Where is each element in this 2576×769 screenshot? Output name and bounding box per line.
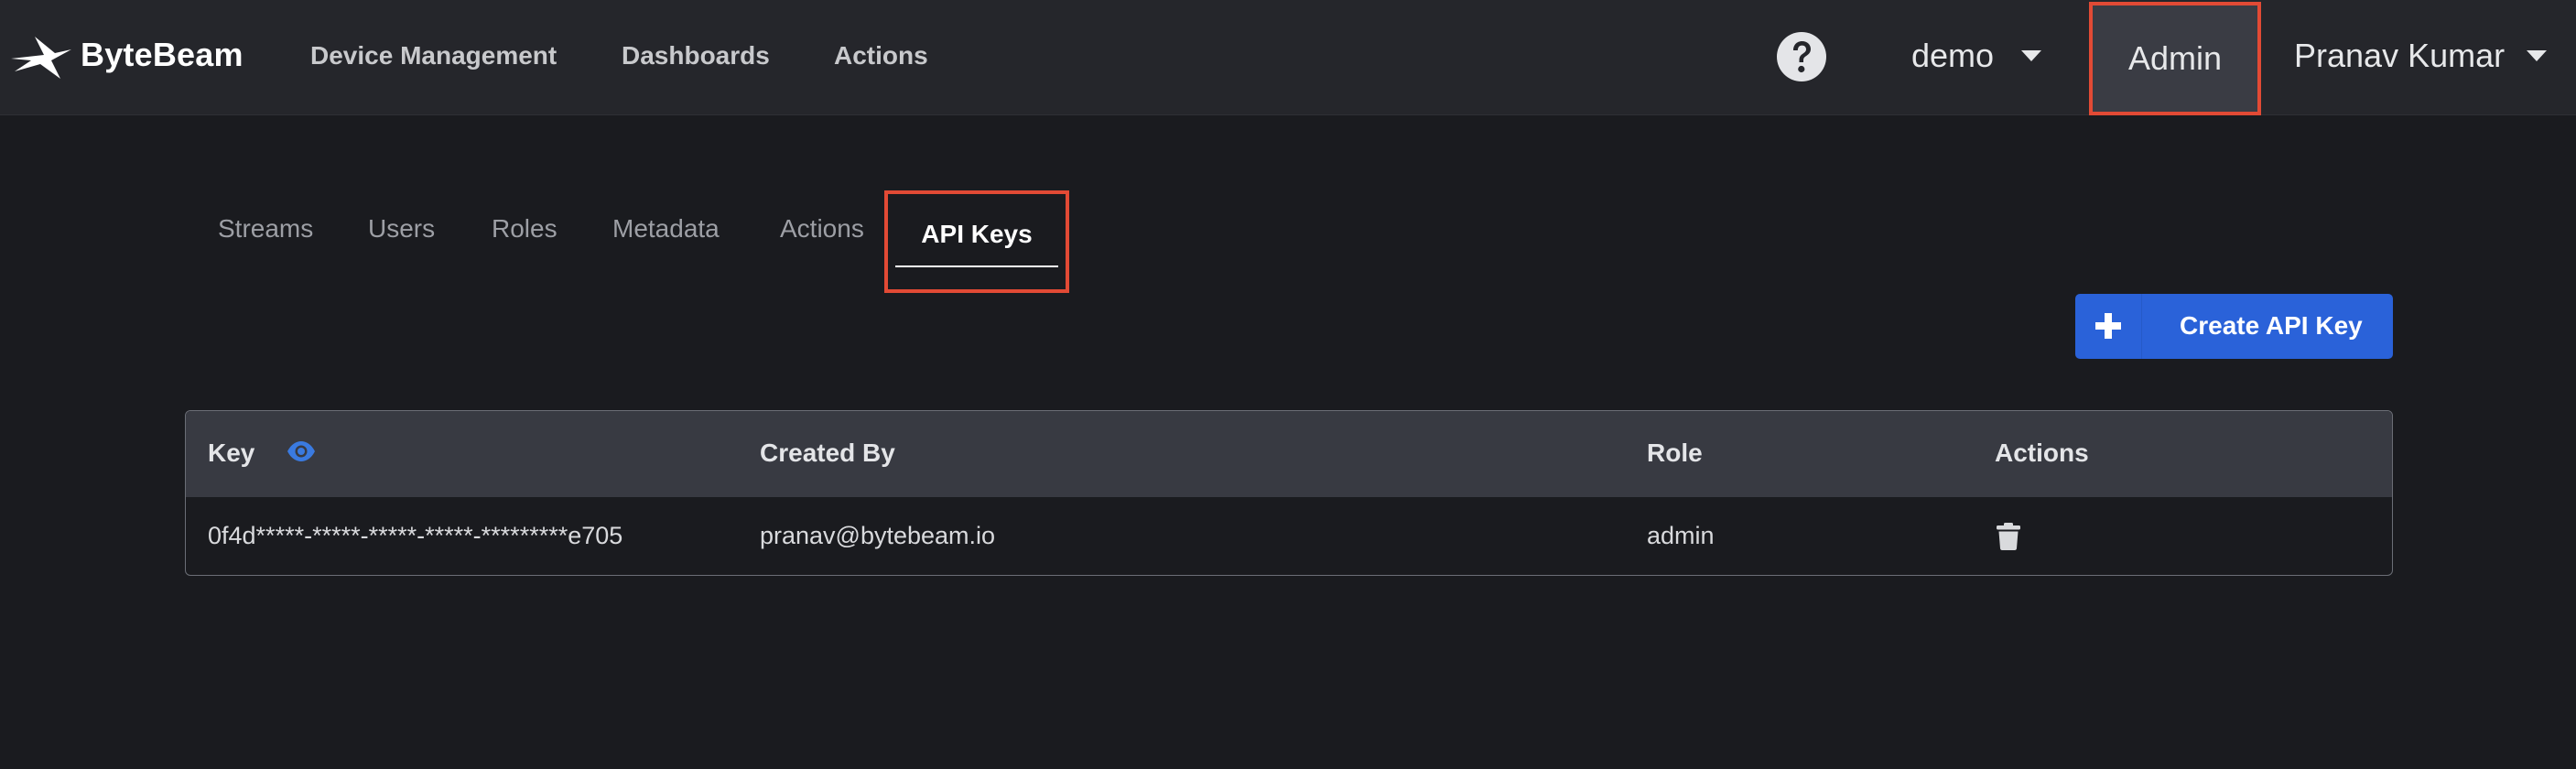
nav-actions[interactable]: Actions (834, 37, 928, 75)
tab-api-keys-label: API Keys (921, 220, 1033, 248)
role-value: admin (1647, 522, 1715, 549)
tenant-dropdown[interactable]: demo (1911, 33, 2041, 79)
bytebeam-logo-icon (11, 37, 71, 79)
create-api-key-label: Create API Key (2180, 311, 2363, 340)
user-dropdown[interactable]: Pranav Kumar (2294, 33, 2547, 79)
column-header-key: Key (208, 439, 255, 467)
button-divider (2141, 294, 2142, 359)
tenant-name: demo (1911, 37, 1995, 74)
plus-icon (2095, 313, 2121, 339)
table-row: 0f4d*****-*****-*****-*****-*********e70… (186, 497, 2392, 575)
chevron-down-icon (2021, 50, 2041, 61)
column-header-actions: Actions (1995, 439, 2089, 467)
tab-users[interactable]: Users (368, 211, 435, 247)
api-keys-table: Key Created By Role Actions 0f4d*****-**… (185, 410, 2393, 576)
help-icon[interactable] (1776, 31, 1827, 82)
trash-icon[interactable] (1997, 523, 2020, 550)
tab-actions[interactable]: Actions (780, 211, 864, 247)
table-header: Key Created By Role Actions (186, 411, 2392, 497)
active-tab-underline (895, 265, 1058, 267)
chevron-down-icon (2527, 50, 2547, 61)
nav-device-management[interactable]: Device Management (310, 37, 557, 75)
column-header-created-by: Created By (760, 439, 895, 467)
tab-roles[interactable]: Roles (492, 211, 557, 247)
tab-streams[interactable]: Streams (218, 211, 313, 247)
created-by-value: pranav@bytebeam.io (760, 522, 996, 549)
tab-api-keys[interactable]: API Keys (884, 190, 1069, 293)
create-api-key-button[interactable]: Create API Key (2075, 294, 2393, 359)
admin-button[interactable]: Admin (2089, 2, 2261, 115)
tab-metadata[interactable]: Metadata (612, 211, 720, 247)
column-header-role: Role (1647, 439, 1703, 467)
eye-icon[interactable] (287, 440, 316, 462)
user-name: Pranav Kumar (2294, 37, 2506, 74)
admin-label: Admin (2127, 39, 2223, 77)
brand[interactable]: ByteBeam (7, 26, 244, 84)
top-navbar: ByteBeam Device Management Dashboards Ac… (0, 0, 2576, 115)
brand-name: ByteBeam (81, 36, 244, 73)
nav-dashboards[interactable]: Dashboards (622, 37, 770, 75)
api-key-value: 0f4d*****-*****-*****-*****-*********e70… (208, 522, 623, 549)
